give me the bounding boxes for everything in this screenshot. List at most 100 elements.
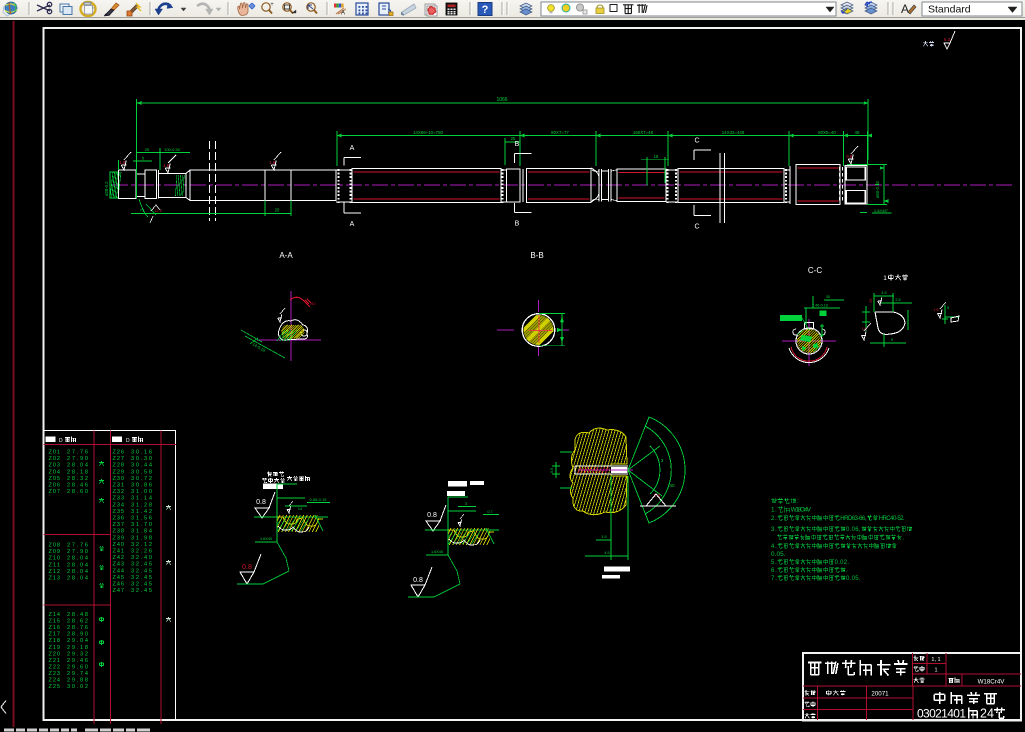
svg-text:6.: 6. [771,568,777,574]
svg-text:20071: 20071 [871,691,889,698]
svg-text:32.45: 32.45 [131,575,152,581]
svg-text:28.04: 28.04 [67,562,88,568]
svg-text:28.46: 28.46 [67,483,88,489]
svg-text:Z44: Z44 [113,568,125,574]
svg-text:31.84: 31.84 [131,529,152,535]
svg-text:0.8: 0.8 [427,512,437,519]
svg-text:Z24: Z24 [49,678,61,684]
svg-text:HRC40-52.: HRC40-52. [879,516,905,522]
svg-text:Z46: Z46 [113,582,125,588]
svg-text:32.12: 32.12 [131,542,152,548]
svg-text:Z16: Z16 [49,625,61,631]
svg-text:Z38: Z38 [113,529,125,535]
svg-text:30.72: 30.72 [131,476,152,482]
svg-text:Z42: Z42 [113,555,125,561]
svg-text:32.45: 32.45 [131,568,152,574]
svg-text:0.05.: 0.05. [846,576,861,582]
svg-text:Z35: Z35 [113,509,125,515]
svg-text:Z03: Z03 [49,463,61,469]
svg-text:Z36: Z36 [113,516,125,522]
svg-text:W18Cr4V: W18Cr4V [978,679,1006,686]
svg-text:5.: 5. [771,560,777,566]
svg-text:Z30: Z30 [113,476,125,482]
svg-text:30.58: 30.58 [131,469,152,475]
svg-text:D: D [126,438,130,444]
svg-text:28.04: 28.04 [67,463,88,469]
svg-text:14X66+10=750: 14X66+10=750 [413,130,444,135]
svg-text:30.86: 30.86 [131,483,152,489]
svg-text:D: D [59,438,63,444]
svg-text:Z23: Z23 [49,671,61,677]
svg-text:Z45: Z45 [113,575,125,581]
svg-text:31.70: 31.70 [131,522,152,528]
svg-text:A: A [341,11,345,17]
svg-text:29.18: 29.18 [67,645,88,651]
svg-text:Z13: Z13 [49,576,61,582]
svg-text:27.76: 27.76 [67,450,88,456]
svg-text:Z05: Z05 [49,476,61,482]
svg-text:12.5: 12.5 [154,209,161,213]
svg-text:27.90: 27.90 [67,549,88,555]
svg-text:31.98: 31.98 [131,535,152,541]
svg-text:Z04: Z04 [49,469,61,475]
svg-text:1: 1 [883,275,887,282]
svg-text:Z12: Z12 [49,569,61,575]
svg-text:5: 5 [947,305,950,310]
svg-text:Z17: Z17 [49,632,61,638]
svg-text:Z08: Z08 [49,543,61,549]
svg-text:30.30: 30.30 [131,456,152,462]
svg-text:B: B [515,141,520,148]
svg-text:Z02: Z02 [49,456,61,462]
svg-text:Z40: Z40 [113,542,125,548]
svg-text:C: C [694,138,699,145]
svg-text:Z22: Z22 [49,664,61,670]
svg-text:14: 14 [298,507,302,511]
svg-text:A: A [901,2,909,16]
svg-text:3: 3 [661,458,664,463]
svg-text:40: 40 [669,483,675,488]
svg-text:ø28-0.2: ø28-0.2 [104,181,109,196]
svg-text:0.85-0.15: 0.85-0.15 [310,497,328,502]
svg-text:Z31: Z31 [113,483,125,489]
svg-text:Z01: Z01 [49,450,61,456]
svg-text:4.5: 4.5 [881,291,886,295]
svg-text:0.05.: 0.05. [771,551,786,558]
svg-text:Z11: Z11 [49,562,61,568]
svg-text:Standard: Standard [928,4,971,16]
svg-text:1: 1 [934,668,937,674]
svg-text:25: 25 [868,298,873,303]
svg-text:80X5=40: 80X5=40 [818,130,836,135]
svg-text:28.04: 28.04 [67,569,88,575]
svg-text:Z06: Z06 [49,483,61,489]
svg-text:32.45: 32.45 [131,562,152,568]
svg-text:29.88: 29.88 [67,678,88,684]
svg-text:29.74: 29.74 [67,671,88,677]
svg-text:18: 18 [654,154,659,159]
svg-text:24: 24 [980,707,994,721]
svg-text:32.26: 32.26 [131,549,152,555]
svg-text:ø50-0.18: ø50-0.18 [875,181,880,198]
svg-text:1.6: 1.6 [269,160,275,165]
svg-text:28.04: 28.04 [67,556,88,562]
svg-text:Z14: Z14 [49,612,61,618]
svg-text:28.48: 28.48 [67,612,88,618]
svg-text:Z47: Z47 [113,588,125,594]
svg-text:C: C [694,224,699,231]
svg-text:Z41: Z41 [113,549,125,555]
svg-text:1066: 1066 [496,97,507,103]
svg-text:Z25: Z25 [49,684,61,690]
svg-text:Z15: Z15 [49,619,61,625]
svg-text:0.06,: 0.06, [846,527,861,533]
svg-text:Z29: Z29 [113,469,125,475]
svg-text:31.56: 31.56 [131,516,152,522]
svg-text:48: 48 [855,130,860,135]
svg-text:31.28: 31.28 [131,502,152,508]
svg-text:6.3: 6.3 [944,37,951,42]
svg-text:14-0.18: 14-0.18 [252,342,267,354]
svg-text:3.: 3. [771,527,777,533]
svg-text:1.6X45: 1.6X45 [431,550,443,554]
svg-text:0.8: 0.8 [846,154,852,159]
svg-text:4.: 4. [771,544,777,550]
svg-text:1.6: 1.6 [163,163,169,168]
svg-text:25: 25 [145,147,150,152]
